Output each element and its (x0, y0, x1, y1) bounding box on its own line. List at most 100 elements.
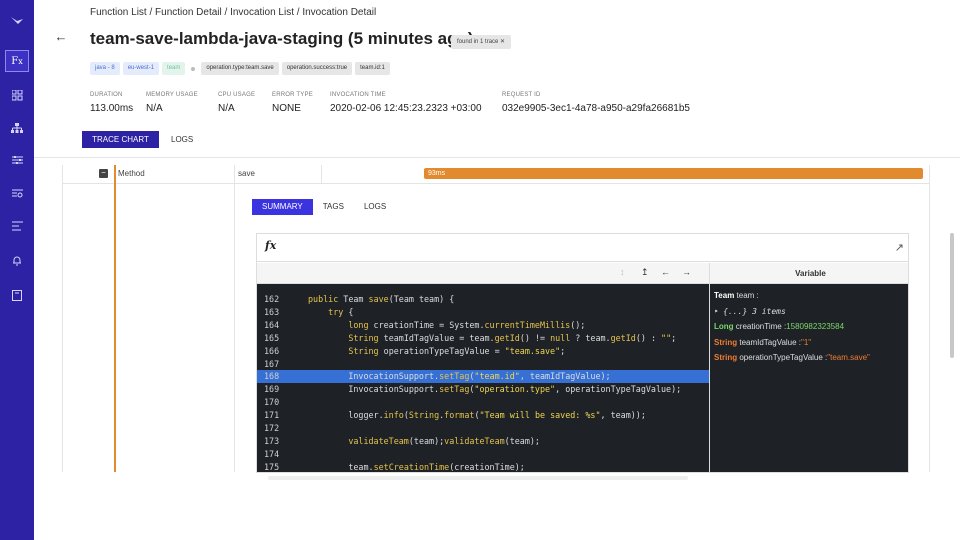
tag-team-id[interactable]: team.id:1 (355, 62, 390, 75)
line-number: 168 (264, 371, 280, 382)
line-content: try { (328, 306, 354, 317)
expand-icon[interactable]: ↗ (895, 241, 904, 254)
tab-detail-logs[interactable]: LOGS (354, 199, 396, 215)
line-number: 165 (264, 332, 280, 343)
stat-request-id: REQUEST ID 032e9905-3ec1-4a78-a950-a29fa… (502, 92, 690, 114)
code-line[interactable]: 167 (257, 358, 709, 371)
stat-value: 032e9905-3ec1-4a78-a950-a29fa26681b5 (502, 103, 690, 114)
code-line[interactable]: 163 try { (257, 306, 709, 319)
step-forward-icon[interactable]: → (682, 267, 691, 277)
variable-row[interactable]: Long creationTime :1580982323584 (714, 319, 907, 335)
expand-caret-icon[interactable]: ‣ (714, 307, 719, 316)
variable-row[interactable]: Team team : (714, 288, 907, 304)
found-in-trace-badge[interactable]: found in 1 trace ✕ (451, 35, 512, 49)
stat-label: CPU USAGE (218, 92, 256, 98)
tag-list: java - 8 eu-west-1 team operation.type:t… (90, 62, 390, 75)
code-view[interactable]: 162 public Team save(Team team) { 163 try … (257, 284, 709, 472)
code-line[interactable]: 168 InvocationSupport.setTag("team.id", … (257, 370, 709, 384)
line-content: String operationTypeTagValue = "team.sav… (348, 345, 566, 356)
stat-label: INVOCATION TIME (330, 92, 386, 98)
variable-value: 1580982323584 (786, 322, 845, 331)
step-over-icon[interactable]: ↕ (620, 267, 625, 277)
code-line[interactable]: 165 String teamIdTagValue = team.getId()… (257, 332, 709, 345)
found-badge-label: found in 1 trace (457, 39, 499, 45)
tab-logs[interactable]: LOGS (171, 131, 193, 148)
step-up-icon[interactable]: ↥ (641, 267, 649, 278)
variable-type: Long (714, 322, 734, 331)
book-icon[interactable] (0, 284, 34, 306)
bell-icon[interactable] (0, 249, 34, 271)
stat-value: NONE (272, 103, 301, 114)
code-line[interactable]: 170 (257, 396, 709, 409)
tag-team[interactable]: team (162, 62, 186, 75)
architecture-tree-icon[interactable] (0, 117, 34, 139)
line-number: 164 (264, 319, 280, 330)
vertical-scrollbar[interactable] (950, 233, 954, 358)
code-panel: fx ↗ ↕ ↥ ← → 162 public Team save(Team te… (256, 233, 909, 473)
tab-tags[interactable]: TAGS (313, 199, 354, 215)
span-name: save (238, 169, 255, 178)
line-content: public Team save(Team team) { (308, 294, 455, 304)
tag-runtime[interactable]: java - 8 (90, 62, 120, 75)
variable-type: Team (714, 291, 735, 300)
line-content: logger.info(String.format("Team will be … (308, 410, 646, 421)
span-duration-bar[interactable]: 93ms (424, 168, 923, 179)
variable-items: {...} 3 items (723, 306, 786, 316)
variable-header: Variable (710, 263, 908, 284)
detail-tabs: SUMMARY TAGS LOGS (252, 199, 396, 215)
breadcrumb[interactable]: Function List / Function Detail / Invoca… (90, 7, 376, 18)
stat-value: N/A (146, 103, 163, 114)
tab-summary[interactable]: SUMMARY (252, 199, 313, 215)
variable-row[interactable]: String teamIdTagValue :"1" (714, 335, 907, 351)
stat-value: N/A (218, 103, 235, 114)
stat-invocation-time: INVOCATION TIME 2020-02-06 12:45:23.2323… (330, 92, 482, 114)
stat-label: REQUEST ID (502, 92, 541, 98)
tag-region[interactable]: eu-west-1 (122, 62, 160, 75)
variable-list: Team team : ‣ {...} 3 items Long creatio… (710, 284, 908, 472)
line-content: validateTeam(team);validateTeam(team); (348, 435, 540, 446)
code-line[interactable]: 175 team.setCreationTime(creationTime); (257, 461, 709, 472)
dashboard-grid-icon[interactable] (0, 84, 34, 106)
code-line[interactable]: 162 public Team save(Team team) { (257, 293, 709, 306)
collapse-minus-icon[interactable]: − (99, 169, 108, 178)
variable-row[interactable]: String operationTypeTagValue :"team.save… (714, 350, 907, 366)
span-duration-label: 93ms (428, 170, 446, 177)
variable-row[interactable]: ‣ {...} 3 items (714, 304, 907, 320)
functions-fx-icon[interactable]: Fx (5, 50, 29, 72)
stat-label: MEMORY USAGE (146, 92, 198, 98)
line-content: InvocationSupport.setTag("operation.type… (308, 384, 682, 395)
line-number: 171 (264, 410, 280, 421)
stat-label: ERROR TYPE (272, 92, 313, 98)
step-back-icon[interactable]: ← (661, 267, 670, 277)
search-logs-icon[interactable] (0, 183, 34, 205)
divider (62, 165, 63, 472)
code-line[interactable]: 164 long creationTime = System.currentTi… (257, 319, 709, 332)
line-number: 162 (264, 294, 280, 304)
code-line[interactable]: 172 (257, 422, 709, 435)
code-line[interactable]: 171 logger.info(String.format("Team will… (257, 409, 709, 422)
line-number: 172 (264, 423, 280, 433)
tag-operation-type[interactable]: operation.type:team.save (201, 62, 279, 75)
tag-operation-success[interactable]: operation.success:true (281, 62, 353, 75)
divider (34, 157, 960, 158)
logo-bird-icon[interactable] (0, 9, 34, 31)
span-type: Method (118, 169, 145, 178)
code-line[interactable]: 173 validateTeam(team);validateTeam(team… (257, 435, 709, 448)
line-content: String teamIdTagValue = team.getId() != … (348, 332, 677, 343)
line-content: long creationTime = System.currentTimeMi… (348, 319, 586, 330)
line-number: 163 (264, 306, 280, 317)
filters-sliders-icon[interactable] (0, 149, 34, 171)
code-line[interactable]: 166 String operationTypeTagValue = "team… (257, 345, 709, 358)
horizontal-scrollbar[interactable] (268, 476, 688, 480)
variable-value: "team.save" (827, 353, 870, 362)
list-icon[interactable] (0, 215, 34, 237)
divider (321, 165, 322, 183)
variable-column: Variable Team team : ‣ {...} 3 items Lon… (709, 263, 908, 472)
tab-trace-chart[interactable]: TRACE CHART (82, 131, 159, 148)
stat-duration: DURATION 113.00ms (90, 92, 133, 114)
variable-type: String (714, 337, 738, 347)
code-line[interactable]: 169 InvocationSupport.setTag("operation.… (257, 383, 709, 396)
line-number: 166 (264, 345, 280, 356)
back-arrow-icon[interactable]: ← (51, 26, 71, 46)
code-line[interactable]: 174 (257, 448, 709, 461)
